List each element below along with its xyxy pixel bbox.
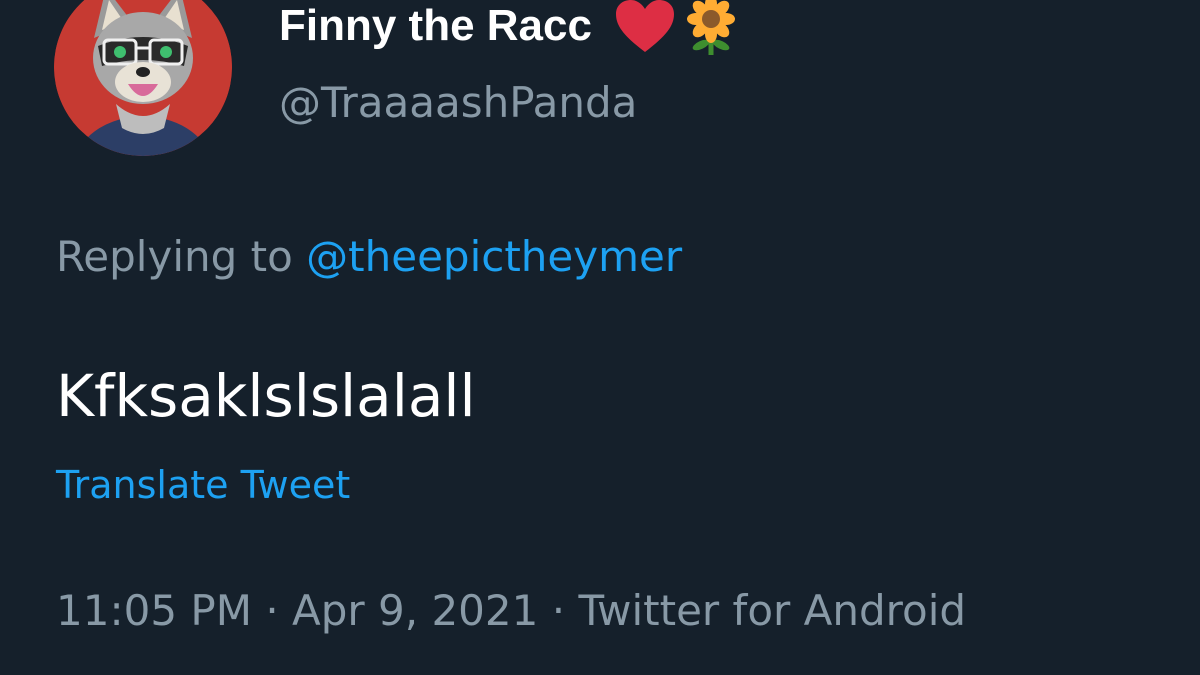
replying-label: Replying to (56, 232, 293, 281)
tweet-source[interactable]: Twitter for Android (578, 586, 966, 635)
tweet-time[interactable]: 11:05 PM (56, 586, 252, 635)
avatar[interactable] (54, 0, 232, 156)
name-emojis (614, 0, 742, 55)
meta-separator: · (265, 586, 279, 635)
heart-icon (615, 0, 674, 52)
meta-separator: · (551, 586, 566, 635)
user-handle[interactable]: @TraaaashPanda (279, 74, 637, 132)
tweet-card: Finny the Racc @TraaaashPanda Replying t… (0, 0, 1200, 675)
display-name[interactable]: Finny the Racc (279, 0, 742, 55)
replying-to: Replying to @theepictheymer (56, 228, 682, 286)
raccoon-avatar-icon (54, 0, 232, 156)
translate-tweet-link[interactable]: Translate Tweet (56, 458, 350, 512)
tweet-meta: 11:05 PM · Apr 9, 2021 · Twitter for And… (56, 580, 966, 642)
reply-handle-link[interactable]: @theepictheymer (306, 232, 682, 281)
sunflower-icon (686, 0, 735, 55)
tweet-text: Kfksaklslslalall (56, 362, 476, 430)
display-name-text: Finny the Racc (279, 1, 592, 50)
tweet-date[interactable]: Apr 9, 2021 (292, 586, 538, 635)
